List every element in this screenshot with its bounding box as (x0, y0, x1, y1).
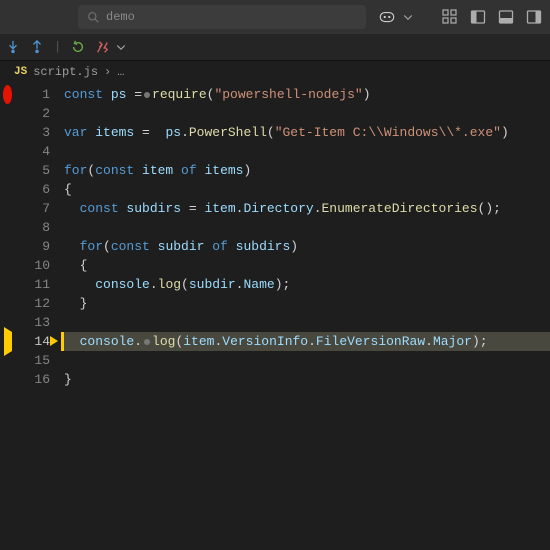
code-line[interactable]: for(const item of items) (64, 161, 550, 180)
breadcrumb-separator: › (104, 65, 111, 79)
search-icon (87, 11, 100, 24)
toggle-panel-icon[interactable] (498, 9, 514, 25)
breadcrumb-more: … (117, 65, 124, 79)
code-line[interactable]: } (64, 370, 550, 389)
title-bar: demo (0, 0, 550, 34)
code-line[interactable] (64, 351, 550, 370)
layout-controls (442, 9, 542, 25)
code-content[interactable]: const ps =require("powershell-nodejs") va… (64, 83, 550, 389)
code-line[interactable]: var items = ps.PowerShell("Get-Item C:\\… (64, 123, 550, 142)
code-line[interactable]: console.log(subdir.Name); (64, 275, 550, 294)
code-line[interactable]: for(const subdir of subdirs) (64, 237, 550, 256)
code-line[interactable] (64, 218, 550, 237)
restart-icon[interactable] (71, 40, 85, 54)
code-line[interactable] (64, 104, 550, 123)
chevron-down-icon[interactable] (402, 11, 414, 23)
toggle-sidebar-icon[interactable] (470, 9, 486, 25)
breadcrumb[interactable]: JS script.js › … (0, 61, 550, 83)
glyph-margin[interactable] (0, 83, 15, 389)
code-editor[interactable]: 12345678910111213141516 const ps =requir… (0, 83, 550, 389)
command-center-search[interactable]: demo (78, 5, 366, 29)
search-text: demo (106, 10, 135, 24)
divider: | (54, 40, 61, 54)
chevron-down-icon[interactable] (115, 41, 127, 53)
breakpoint-icon[interactable] (3, 85, 12, 104)
copilot-icon[interactable] (378, 9, 396, 25)
execution-pointer-icon (4, 327, 12, 356)
disconnect-icon[interactable] (95, 40, 109, 54)
code-line[interactable] (64, 142, 550, 161)
code-line[interactable]: { (64, 256, 550, 275)
step-out-icon[interactable] (30, 40, 44, 54)
js-file-icon: JS (14, 66, 27, 78)
breadcrumb-file: script.js (33, 65, 98, 79)
code-line[interactable]: { (64, 180, 550, 199)
code-line[interactable] (64, 313, 550, 332)
step-into-icon[interactable] (6, 40, 20, 54)
toggle-secondary-icon[interactable] (526, 9, 542, 25)
customize-layout-icon[interactable] (442, 9, 458, 25)
code-line[interactable]: const ps =require("powershell-nodejs") (64, 85, 550, 104)
code-line[interactable]: } (64, 294, 550, 313)
code-line[interactable]: console.log(item.VersionInfo.FileVersion… (61, 332, 550, 351)
code-line[interactable]: const subdirs = item.Directory.Enumerate… (64, 199, 550, 218)
debug-toolbar: | (0, 34, 550, 61)
